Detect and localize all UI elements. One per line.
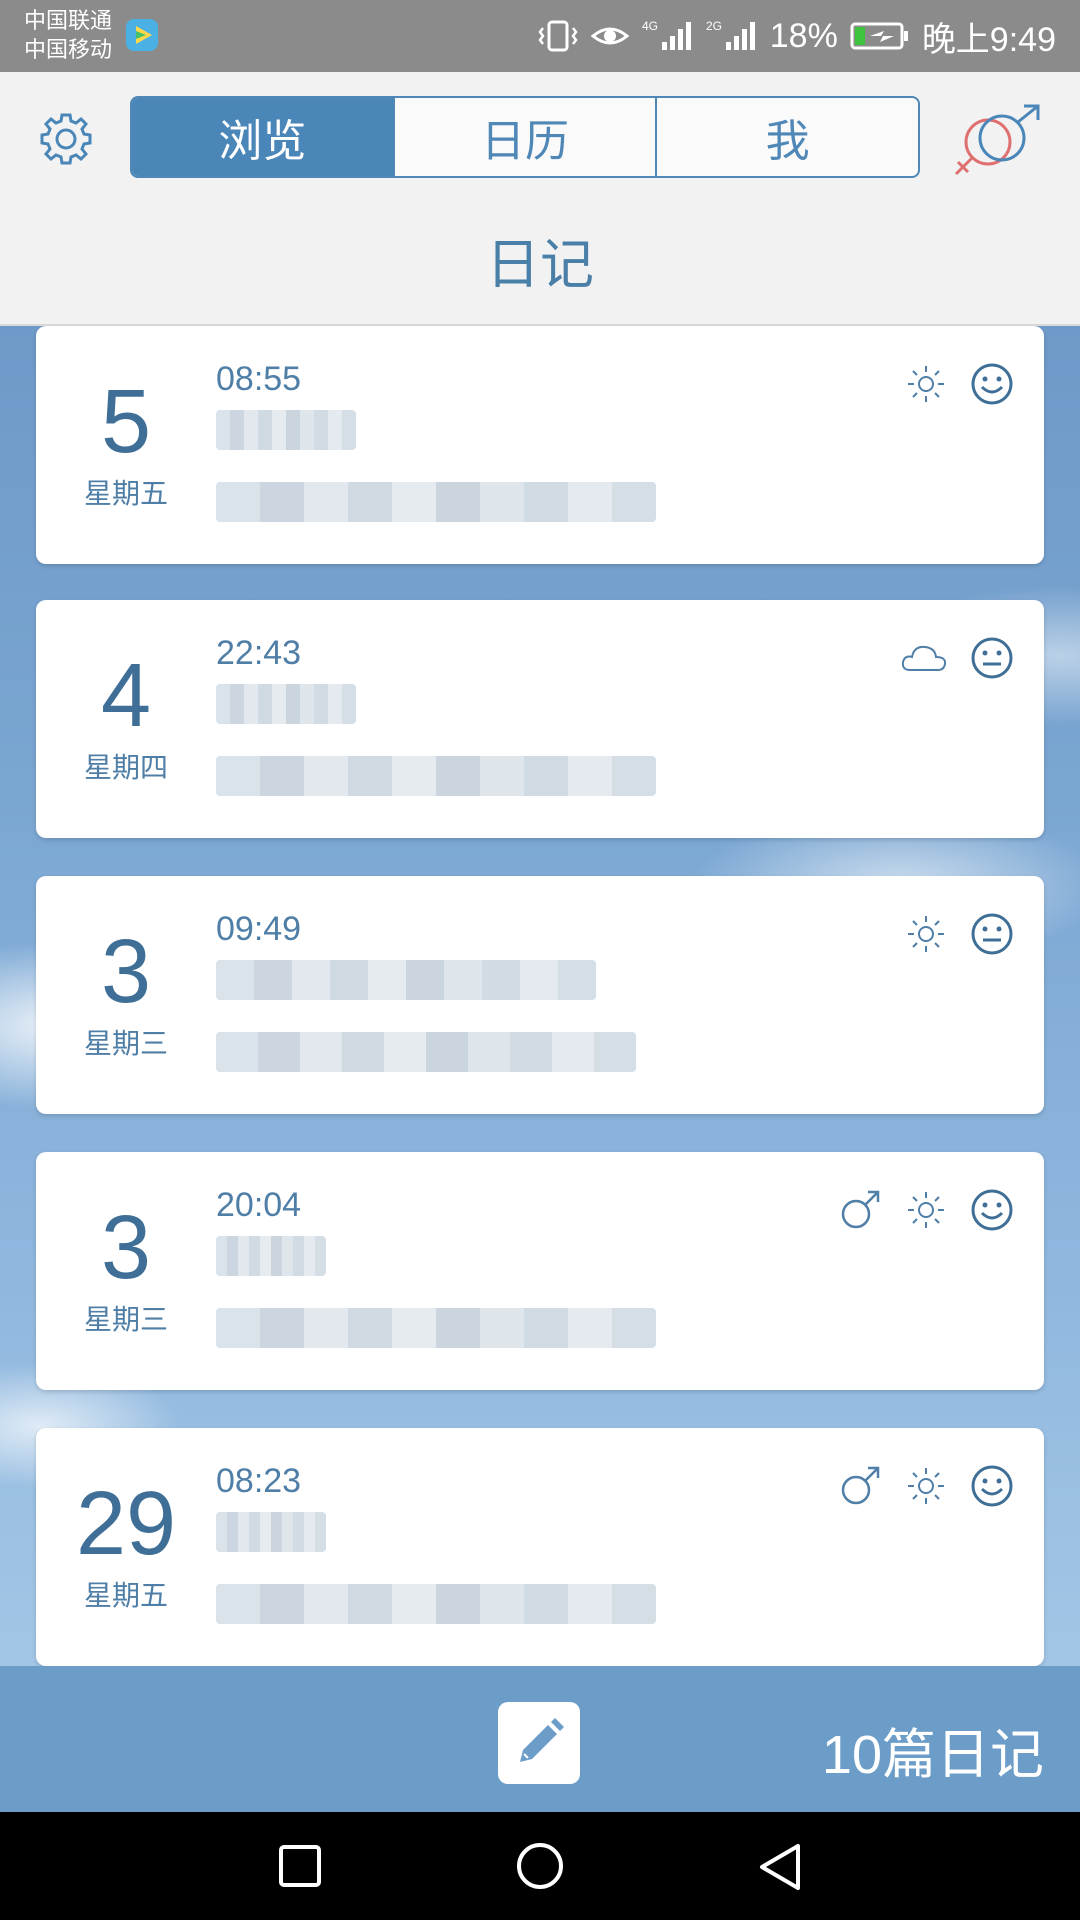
diary-entry-card[interactable]: 3 星期三 20:04	[36, 1152, 1044, 1390]
view-segmented-control: 浏览 日历 我	[130, 96, 920, 178]
battery-charging-icon	[850, 22, 908, 50]
sun-icon	[904, 1464, 948, 1508]
system-nav-bar	[0, 1812, 1080, 1920]
back-icon[interactable]	[756, 1842, 804, 1894]
entry-day: 4	[100, 646, 152, 746]
sun-icon	[904, 1188, 948, 1232]
entry-time: 08:55	[216, 360, 302, 398]
smile-icon	[970, 1188, 1014, 1232]
neutral-face-icon	[970, 912, 1014, 956]
entry-weekday: 星期三	[83, 1304, 168, 1335]
compose-button[interactable]	[498, 1702, 580, 1784]
smile-icon	[970, 1464, 1014, 1508]
neutral-face-icon	[970, 636, 1014, 680]
entry-day: 3	[100, 1198, 152, 1298]
tab-calendar[interactable]: 日历	[395, 98, 658, 176]
diary-entry-card[interactable]: 5 星期五 08:55	[36, 326, 1044, 564]
entry-weekday: 星期四	[83, 752, 168, 783]
entry-title-redacted	[216, 960, 596, 1000]
sun-icon	[904, 912, 948, 956]
entry-icons	[838, 1464, 1014, 1508]
home-icon[interactable]	[514, 1842, 566, 1894]
entry-body-redacted	[216, 1308, 656, 1348]
video-app-icon	[126, 19, 158, 51]
entry-body-redacted	[216, 756, 656, 796]
entry-title-redacted	[216, 410, 356, 450]
settings-gear-icon[interactable]	[36, 109, 96, 169]
entry-title-redacted	[216, 1236, 326, 1276]
entry-title-redacted	[216, 1512, 326, 1552]
entry-day: 5	[100, 372, 152, 472]
clock: 晚上9:49	[921, 20, 1056, 59]
carrier-info: 中国联通 中国移动	[24, 6, 112, 64]
entry-icons	[904, 912, 1014, 956]
status-bar: 中国联通 中国移动 4G 2G 18% 晚上9:49	[0, 0, 1080, 72]
status-indicators: 4G 2G 18% 晚上9:49	[538, 0, 1056, 72]
entry-title-redacted	[216, 684, 356, 724]
diary-entry-card[interactable]: 4 星期四 22:43	[36, 600, 1044, 838]
entry-day: 29	[75, 1474, 177, 1574]
entry-body-redacted	[216, 1584, 656, 1624]
diary-entry-card[interactable]: 3 星期三 09:49	[36, 876, 1044, 1114]
tab-me[interactable]: 我	[657, 98, 918, 176]
network-2g-label: 2G	[706, 19, 722, 33]
entry-weekday: 星期五	[83, 478, 168, 509]
entry-icons	[900, 636, 1014, 680]
app-header: 浏览 日历 我 日记	[0, 72, 1080, 326]
entry-count: 10篇日记	[821, 1725, 1044, 1785]
cloud-icon	[900, 636, 948, 680]
male-icon	[838, 1188, 882, 1232]
gender-symbol-icon[interactable]	[950, 104, 1044, 180]
entry-time: 08:23	[216, 1462, 302, 1500]
sun-icon	[904, 362, 948, 406]
diary-entry-card[interactable]: 29 星期五 08:23	[36, 1428, 1044, 1666]
entry-body-redacted	[216, 482, 656, 522]
entry-body-redacted	[216, 1032, 636, 1072]
eye-comfort-icon	[590, 27, 630, 45]
bottom-bar: 10篇日记	[0, 1666, 1080, 1812]
entry-day: 3	[100, 922, 152, 1022]
tab-browse[interactable]: 浏览	[132, 98, 395, 176]
recent-apps-icon[interactable]	[276, 1842, 324, 1890]
entry-icons	[838, 1188, 1014, 1232]
carrier-bottom: 中国移动	[24, 37, 113, 62]
entry-time: 22:43	[216, 634, 302, 672]
page-title: 日记	[486, 235, 594, 295]
signal-4g-icon: 4G	[642, 19, 691, 50]
carrier-top: 中国联通	[24, 8, 113, 33]
pencil-icon	[520, 1718, 564, 1762]
signal-2g-icon: 2G	[706, 19, 755, 50]
smile-icon	[970, 362, 1014, 406]
male-icon	[838, 1464, 882, 1508]
entry-weekday: 星期五	[83, 1580, 168, 1611]
battery-percent: 18%	[769, 16, 838, 55]
entry-time: 09:49	[216, 910, 302, 948]
vibrate-icon	[538, 20, 578, 52]
entry-weekday: 星期三	[83, 1028, 168, 1059]
entry-icons	[904, 362, 1014, 406]
network-4g-label: 4G	[642, 19, 658, 33]
entry-time: 20:04	[216, 1186, 302, 1224]
